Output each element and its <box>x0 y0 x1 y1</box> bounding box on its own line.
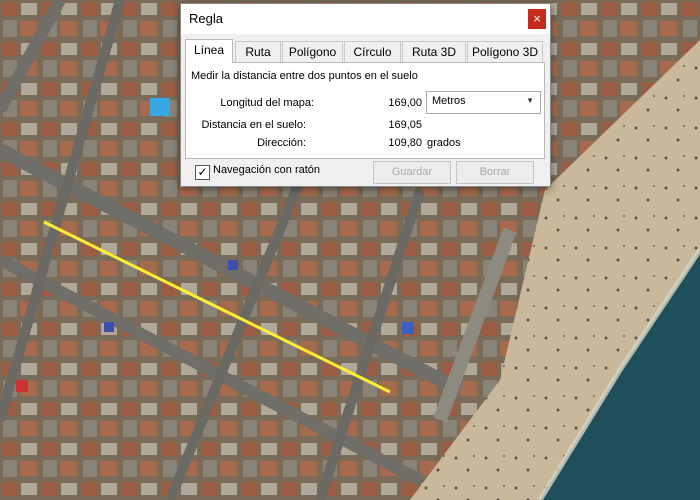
mouse-nav-checkbox[interactable]: ✓ <box>195 165 210 180</box>
ground-distance-label: Distancia en el suelo: <box>201 119 306 131</box>
chevron-down-icon: ▼ <box>526 96 534 105</box>
save-button[interactable]: Guardar <box>373 161 451 184</box>
clear-button[interactable]: Borrar <box>456 161 534 184</box>
tab-ruta-3d[interactable]: Ruta 3D <box>402 41 466 62</box>
tab-poligono[interactable]: Polígono <box>282 41 343 62</box>
line-panel: Medir la distancia entre dos puntos en e… <box>185 62 545 159</box>
pool <box>150 98 170 116</box>
unit-select[interactable]: Metros ▼ <box>426 91 541 114</box>
panel-description: Medir la distancia entre dos puntos en e… <box>191 70 418 82</box>
tab-poligono-3d[interactable]: Polígono 3D <box>467 41 543 62</box>
tab-circulo[interactable]: Círculo <box>344 41 401 62</box>
map-marker-icon[interactable] <box>402 322 414 334</box>
map-marker-icon[interactable] <box>16 380 28 392</box>
ground-distance-value: 169,05 <box>388 119 422 131</box>
direction-label: Dirección: <box>257 137 306 149</box>
ruler-dialog: Regla × Línea Ruta Polígono Círculo Ruta… <box>180 3 551 187</box>
tab-ruta[interactable]: Ruta <box>235 41 281 62</box>
close-icon[interactable]: × <box>528 9 546 29</box>
map-marker-icon[interactable] <box>104 322 114 332</box>
tab-linea[interactable]: Línea <box>185 39 233 63</box>
direction-value: 109,80 <box>388 137 422 149</box>
direction-unit: grados <box>427 137 461 149</box>
map-marker-icon[interactable] <box>228 260 238 270</box>
map-length-label: Longitud del mapa: <box>220 97 314 109</box>
window-title: Regla <box>189 11 223 26</box>
unit-select-value: Metros <box>432 95 466 107</box>
mouse-nav-label: Navegación con ratón <box>213 164 321 176</box>
tab-bar: Línea Ruta Polígono Círculo Ruta 3D Polí… <box>185 39 543 63</box>
title-bar[interactable]: Regla × <box>181 4 550 34</box>
map-length-value: 169,00 <box>388 97 422 109</box>
